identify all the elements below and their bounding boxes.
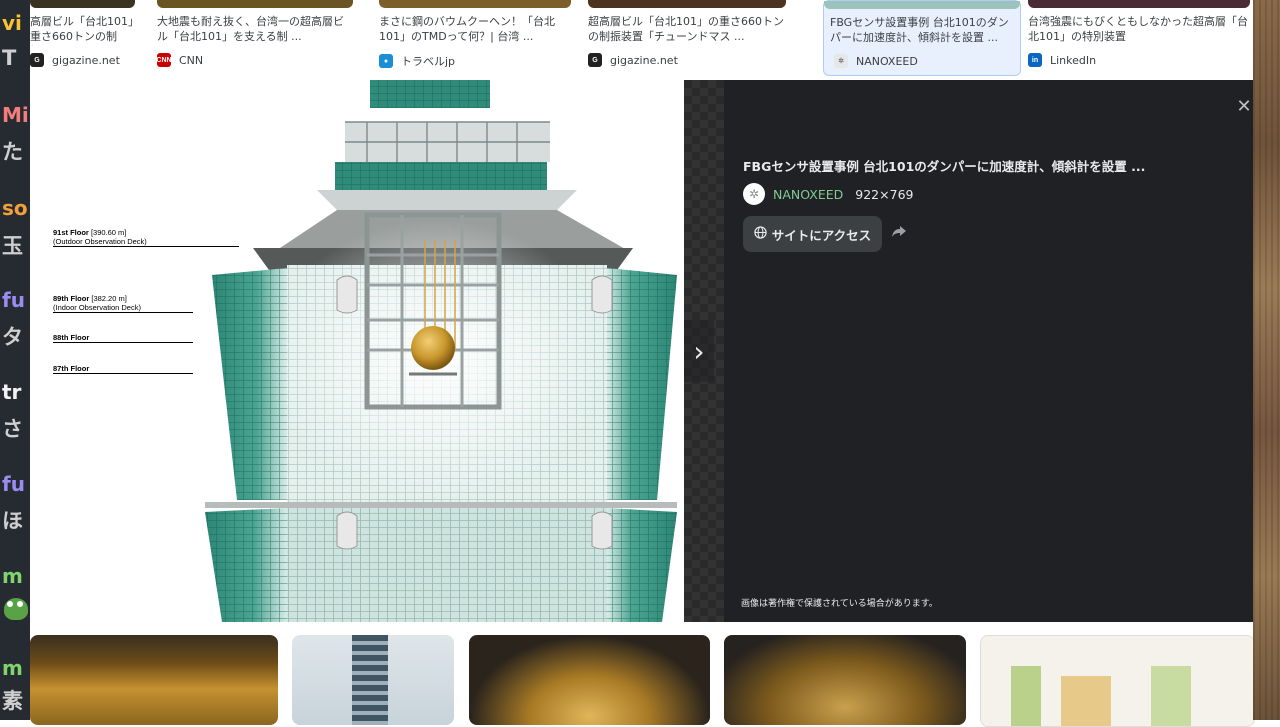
source-row[interactable]: ✲ NANOXEED 922×769 bbox=[743, 183, 913, 205]
result-thumbnail[interactable] bbox=[292, 635, 454, 725]
result-card[interactable]: まさに鋼のバウムクーヘン！「台北101」のTMDって何？| 台湾 ... ● トラベ… bbox=[379, 0, 571, 74]
chat-message: タ bbox=[2, 325, 23, 349]
close-icon[interactable]: ✕ bbox=[1235, 96, 1253, 118]
floor-leader-line bbox=[53, 342, 193, 343]
result-thumbnail[interactable] bbox=[30, 0, 135, 8]
chat-username: vi bbox=[2, 11, 22, 35]
chevron-right-icon[interactable]: › bbox=[684, 320, 714, 382]
taipei101-damper-diagram bbox=[205, 80, 677, 622]
visit-site-label: サイトにアクセス bbox=[771, 227, 872, 243]
result-thumbnail[interactable] bbox=[824, 1, 1020, 9]
chat-message: さ bbox=[2, 417, 23, 441]
floor-leader-line bbox=[53, 246, 239, 247]
chat-message: 素 bbox=[2, 689, 23, 713]
result-thumbnail[interactable] bbox=[469, 635, 710, 725]
chat-message: た bbox=[2, 140, 23, 164]
source-logo-icon: ✲ bbox=[743, 183, 765, 205]
source-favicon-icon: G bbox=[588, 53, 602, 67]
result-title[interactable]: 超高層ビル「台北101」の重さ660トンの制振装置「チューンドマス ... bbox=[588, 14, 786, 46]
preview-image[interactable]: 91st Floor [390.60 m] (Outdoor Observatio… bbox=[37, 80, 684, 622]
result-thumbnail[interactable] bbox=[30, 635, 278, 725]
copyright-note: 画像は著作権で保護されている場合があります。 bbox=[741, 599, 938, 609]
chat-username: tr bbox=[2, 380, 22, 404]
result-thumbnail[interactable] bbox=[379, 0, 571, 8]
bottom-results-strip bbox=[30, 622, 1255, 727]
result-thumbnail[interactable] bbox=[588, 0, 786, 8]
floor-label-91: 91st Floor [390.60 m] (Outdoor Observatio… bbox=[53, 228, 147, 246]
chat-username: fu bbox=[2, 472, 25, 496]
share-icon[interactable] bbox=[891, 223, 909, 243]
floor-leader-line bbox=[53, 312, 193, 313]
result-thumbnail[interactable] bbox=[724, 635, 966, 725]
result-title[interactable]: まさに鋼のバウムクーヘン！「台北101」のTMDって何？| 台湾 ... bbox=[379, 14, 571, 46]
chat-message: T bbox=[2, 46, 17, 70]
result-title[interactable]: FBGセンサ設置事例 台北101のダンパーに加速度計、傾斜計を設置 ... bbox=[830, 15, 1014, 47]
chat-username: so bbox=[2, 196, 28, 220]
result-thumbnail[interactable] bbox=[1028, 0, 1250, 8]
result-thumbnail[interactable] bbox=[980, 635, 1255, 727]
background-edge bbox=[1253, 0, 1280, 720]
result-source: NANOXEED bbox=[856, 54, 918, 68]
chat-message: 玉 bbox=[2, 234, 23, 258]
chat-username: m bbox=[2, 564, 23, 588]
result-thumbnail[interactable] bbox=[157, 0, 353, 8]
result-card[interactable]: 大地震も耐え抜く、台湾一の超高層ビル「台北101」を支える制 ... CNN CNN bbox=[156, 0, 353, 74]
result-title[interactable]: 高層ビル「台北101」重さ660トンの制振… bbox=[30, 14, 135, 46]
chat-username: Mi bbox=[2, 103, 29, 127]
result-card[interactable]: 高層ビル「台北101」重さ660トンの制振… Ggigazine.net bbox=[30, 0, 135, 74]
chat-message: ほ bbox=[2, 509, 23, 533]
floor-label-88: 88th Floor bbox=[53, 333, 90, 342]
top-results-strip: 高層ビル「台北101」重さ660トンの制振… Ggigazine.net 大地震も耐… bbox=[30, 0, 1253, 80]
source-favicon-icon: ✲ bbox=[834, 54, 848, 68]
result-card[interactable]: FBGセンサ設置事例 台北101のダンパーに加速度計、傾斜計を設置 ... ✲ NA… bbox=[823, 0, 1021, 76]
result-source: gigazine.net bbox=[610, 53, 678, 67]
source-favicon-icon: in bbox=[1028, 53, 1042, 67]
result-card[interactable]: 台湾強震にもびくともしなかった超高層「台北101」の特別装置 in LinkedIn bbox=[1028, 0, 1250, 74]
floor-label-89: 89th Floor [382.20 m] (Indoor Observation… bbox=[53, 294, 141, 312]
chat-emote-icon bbox=[4, 598, 28, 620]
chat-overlay: vi T Mi た so 玉 fu タ tr さ fu ほ m m 素 bbox=[0, 0, 30, 720]
result-title[interactable]: 台湾強震にもびくともしなかった超高層「台北101」の特別装置 bbox=[1028, 14, 1250, 46]
result-card[interactable]: 超高層ビル「台北101」の重さ660トンの制振装置「チューンドマス ... Ggi… bbox=[588, 0, 786, 74]
result-source: gigazine.net bbox=[52, 53, 120, 67]
globe-icon bbox=[754, 226, 767, 242]
source-favicon-icon: ● bbox=[379, 54, 393, 68]
image-title[interactable]: FBGセンサ設置事例 台北101のダンパーに加速度計、傾斜計を設置 ... bbox=[743, 156, 1223, 175]
source-favicon-icon: G bbox=[30, 53, 44, 67]
chat-username: fu bbox=[2, 288, 25, 312]
result-source: CNN bbox=[179, 53, 204, 67]
result-source: LinkedIn bbox=[1050, 53, 1097, 67]
source-name[interactable]: NANOXEED bbox=[773, 187, 843, 202]
result-source: トラベルjp bbox=[401, 55, 456, 68]
source-favicon-icon: CNN bbox=[156, 53, 172, 67]
result-title[interactable]: 大地震も耐え抜く、台湾一の超高層ビル「台北101」を支える制 ... bbox=[157, 14, 353, 46]
floor-leader-line bbox=[53, 373, 193, 374]
floor-label-87: 87th Floor bbox=[53, 364, 90, 373]
visit-site-button[interactable]: サイトにアクセス bbox=[743, 216, 882, 252]
chat-username: m bbox=[2, 656, 23, 680]
image-dimensions: 922×769 bbox=[855, 186, 914, 202]
image-detail-panel: › ✕ FBGセンサ設置事例 台北101のダンパーに加速度計、傾斜計を設置 ..… bbox=[684, 80, 1253, 622]
